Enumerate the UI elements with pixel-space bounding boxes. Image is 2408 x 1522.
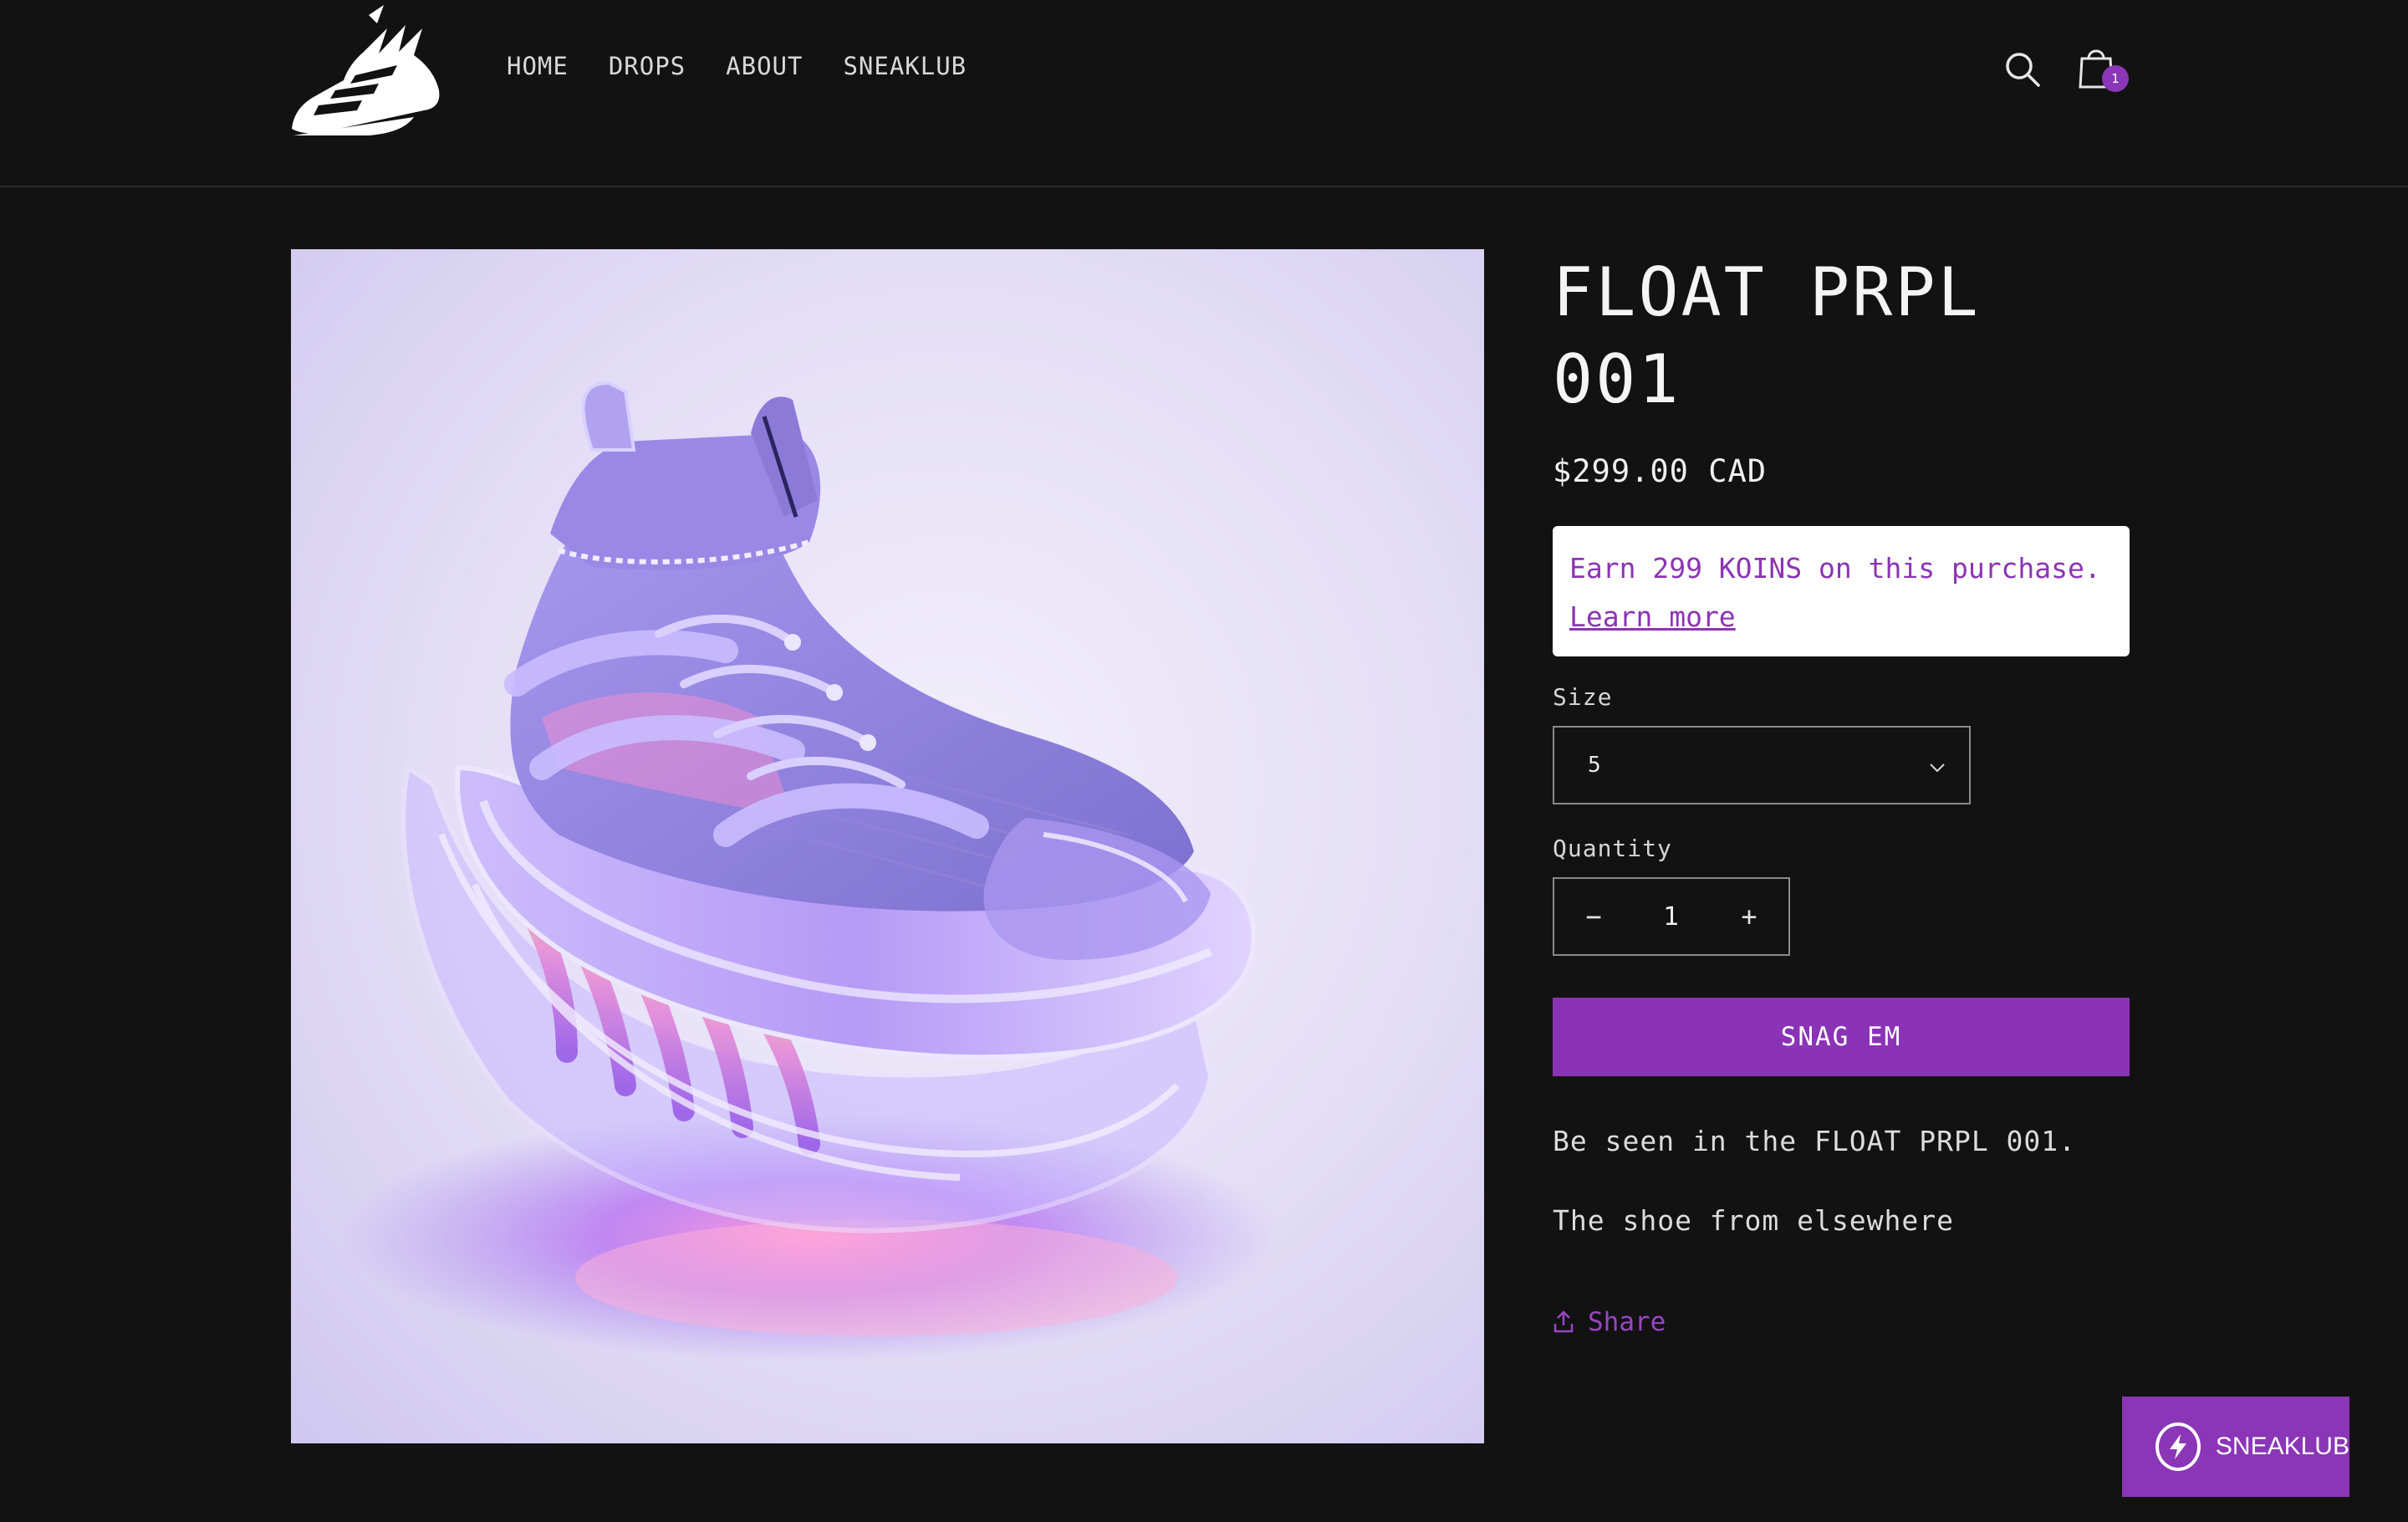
search-button[interactable] [2003, 50, 2042, 89]
koins-banner: Earn 299 KOINS on this purchase. Learn m… [1553, 526, 2130, 656]
description-line: The shoe from elsewhere [1553, 1204, 1954, 1237]
nav-drops-link[interactable]: DROPS [609, 52, 686, 80]
sneaklub-widget-label: SNEAKLUB [2215, 1433, 2349, 1460]
share-icon [1553, 1310, 1574, 1333]
product-info: FLOAT PRPL 001 $299.00 CAD Earn 299 KOIN… [1553, 249, 2130, 1337]
product-image[interactable] [291, 249, 1484, 1443]
site-header: HOME DROPS ABOUT SNEAKLUB 1 [0, 0, 2408, 187]
nav-about-link[interactable]: ABOUT [726, 52, 803, 80]
search-icon [2006, 53, 2040, 87]
chevron-down-icon [1930, 764, 1945, 773]
product-description: Be seen in the FLOAT PRPL 001. The shoe … [1553, 1125, 2130, 1237]
size-value: 5 [1588, 753, 1601, 778]
quantity-input[interactable]: 1 [1663, 902, 1679, 932]
main-nav: HOME DROPS ABOUT SNEAKLUB [507, 52, 967, 80]
description-line: Be seen in the FLOAT PRPL 001. [1553, 1125, 2077, 1157]
quantity-decrease-button[interactable]: − [1581, 901, 1606, 932]
product-title: FLOAT PRPL 001 [1553, 253, 1981, 418]
share-button[interactable]: Share [1553, 1307, 2130, 1337]
nav-home-link[interactable]: HOME [507, 52, 569, 80]
cart-count-badge: 1 [2102, 65, 2129, 92]
cart-button[interactable]: 1 [2077, 43, 2129, 94]
quantity-stepper: − 1 + [1553, 877, 1790, 956]
learn-more-link[interactable]: Learn more [1569, 600, 1736, 633]
koins-text: Earn 299 KOINS on this purchase. [1569, 552, 2101, 585]
sneaker-logo[interactable] [288, 3, 443, 140]
quantity-increase-button[interactable]: + [1737, 901, 1762, 932]
add-to-cart-button[interactable]: SNAG EM [1553, 998, 2130, 1076]
sneaklub-widget-button[interactable]: SNEAKLUB [2122, 1397, 2349, 1497]
bolt-icon [2155, 1422, 2201, 1471]
share-label: Share [1588, 1307, 1666, 1337]
nav-sneaklub-link[interactable]: SNEAKLUB [843, 52, 967, 80]
product-price: $299.00 CAD [1553, 453, 1768, 489]
size-label: Size [1553, 683, 1613, 711]
quantity-label: Quantity [1553, 835, 1672, 862]
size-select[interactable]: 5 [1553, 726, 1971, 804]
